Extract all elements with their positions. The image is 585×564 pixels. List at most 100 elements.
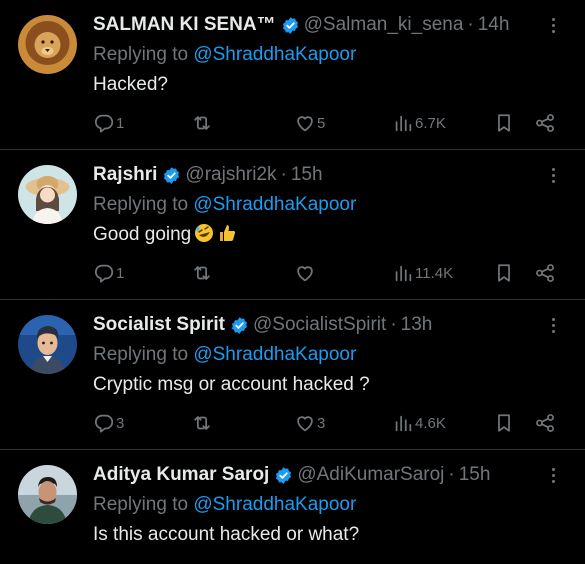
share-icon	[536, 264, 554, 282]
separator-dot: ·	[390, 314, 397, 335]
views-button[interactable]: 4.6K	[392, 410, 446, 436]
separator-dot: ·	[448, 464, 455, 485]
retweet-button[interactable]	[191, 410, 214, 436]
separator-dot: ·	[467, 14, 474, 35]
reply-text: Hacked?	[93, 74, 168, 95]
reply-header: Socialist Spirit @SocialistSpirit · 13h	[93, 313, 535, 337]
bookmark-button[interactable]	[493, 110, 515, 136]
reply-icon	[94, 264, 114, 283]
reply-text: Is this account hacked or what?	[93, 524, 360, 545]
author-handle[interactable]: @rajshri2k	[185, 163, 276, 187]
like-button[interactable]	[294, 260, 317, 286]
like-button[interactable]: 5	[294, 110, 325, 136]
reply-tweet[interactable]: Socialist Spirit @SocialistSpirit · 13h …	[0, 300, 585, 450]
share-icon	[536, 414, 554, 432]
reply-button[interactable]: 1	[93, 110, 124, 136]
verified-badge-icon	[276, 466, 292, 484]
more-options-icon[interactable]	[543, 312, 563, 338]
reply-button[interactable]: 3	[93, 410, 124, 436]
verified-badge-icon	[282, 16, 298, 34]
share-button[interactable]	[534, 410, 556, 436]
author-handle[interactable]: @SocialistSpirit	[253, 313, 386, 337]
replying-to: Replying to @ShraddhaKapoor	[93, 193, 356, 217]
views-count: 4.6K	[415, 414, 446, 432]
views-chart-icon	[395, 115, 412, 132]
mention-link[interactable]: @ShraddhaKapoor	[193, 194, 356, 215]
reply-count: 1	[116, 264, 125, 282]
reply-text: Cryptic msg or account hacked ?	[93, 374, 370, 395]
author-handle[interactable]: @Salman_ki_sena	[304, 13, 464, 37]
views-button[interactable]: 11.4K	[392, 260, 453, 286]
share-icon	[536, 114, 554, 132]
reply-tweet[interactable]: Rajshri @rajshri2k · 15h Replying to @Sh…	[0, 150, 585, 300]
bookmark-icon	[498, 264, 510, 282]
verified-badge-icon	[164, 166, 180, 184]
reply-tweet[interactable]: SALMAN KI SENA™ @Salman_ki_sena · 14h Re…	[0, 0, 585, 150]
action-bar: 3 3 4.6K	[93, 410, 563, 436]
heart-icon	[297, 116, 313, 132]
more-options-icon[interactable]	[543, 462, 563, 488]
mention-link[interactable]: @ShraddhaKapoor	[193, 44, 356, 65]
replying-prefix: Replying to	[93, 44, 194, 65]
views-count: 11.4K	[415, 264, 454, 282]
retweet-icon	[194, 116, 210, 130]
reply-count: 3	[116, 414, 125, 432]
like-button[interactable]: 3	[294, 410, 325, 436]
girl-avatar-icon[interactable]	[18, 165, 77, 224]
heart-icon	[297, 416, 313, 432]
timestamp[interactable]: 15h	[291, 163, 323, 187]
bookmark-icon	[498, 414, 510, 432]
retweet-icon	[194, 416, 210, 430]
action-bar: 1 11.4K	[93, 260, 563, 286]
author-name[interactable]: Socialist Spirit	[93, 313, 225, 337]
reply-text: Good going	[93, 224, 192, 245]
timestamp[interactable]: 15h	[459, 463, 491, 487]
author-name[interactable]: Aditya Kumar Saroj	[93, 463, 269, 487]
author-handle[interactable]: @AdiKumarSaroj	[297, 463, 444, 487]
replying-prefix: Replying to	[93, 194, 194, 215]
replying-prefix: Replying to	[93, 494, 194, 515]
reply-text-line: Good going	[93, 223, 237, 247]
share-button[interactable]	[534, 260, 556, 286]
man-photo-avatar-icon[interactable]	[18, 465, 77, 524]
replying-to: Replying to @ShraddhaKapoor	[93, 343, 356, 367]
author-name[interactable]: Rajshri	[93, 163, 157, 187]
author-name[interactable]: SALMAN KI SENA™	[93, 13, 276, 37]
views-count: 6.7K	[415, 114, 446, 132]
timestamp[interactable]: 14h	[478, 13, 510, 37]
replying-to: Replying to @ShraddhaKapoor	[93, 493, 356, 517]
replying-prefix: Replying to	[93, 344, 194, 365]
reply-count: 1	[116, 114, 125, 132]
reply-tweet[interactable]: Aditya Kumar Saroj @AdiKumarSaroj · 15h …	[0, 450, 585, 564]
more-options-icon[interactable]	[543, 12, 563, 38]
reply-button[interactable]: 1	[93, 260, 124, 286]
cartoon-man-avatar-icon[interactable]	[18, 315, 77, 374]
thumbs-up-emoji	[220, 225, 236, 241]
rolling-laughing-emoji	[195, 224, 214, 242]
verified-badge-icon	[231, 316, 248, 334]
bookmark-icon	[498, 114, 510, 132]
heart-icon	[297, 266, 313, 282]
retweet-icon	[194, 266, 210, 280]
replying-to: Replying to @ShraddhaKapoor	[93, 43, 356, 67]
action-bar: 1 5 6.7K	[93, 110, 563, 136]
views-button[interactable]: 6.7K	[392, 110, 446, 136]
separator-dot: ·	[280, 164, 287, 185]
like-count: 3	[317, 414, 326, 432]
bookmark-button[interactable]	[493, 410, 515, 436]
reply-icon	[94, 114, 114, 133]
more-options-icon[interactable]	[543, 162, 563, 188]
retweet-button[interactable]	[191, 260, 214, 286]
bookmark-button[interactable]	[493, 260, 515, 286]
reply-icon	[94, 414, 114, 433]
like-count: 5	[317, 114, 326, 132]
share-button[interactable]	[534, 110, 556, 136]
views-chart-icon	[395, 415, 412, 432]
reply-header: SALMAN KI SENA™ @Salman_ki_sena · 14h	[93, 13, 535, 37]
mention-link[interactable]: @ShraddhaKapoor	[193, 494, 356, 515]
timestamp[interactable]: 13h	[401, 313, 433, 337]
reply-header: Aditya Kumar Saroj @AdiKumarSaroj · 15h	[93, 463, 535, 487]
retweet-button[interactable]	[191, 110, 214, 136]
mention-link[interactable]: @ShraddhaKapoor	[193, 344, 356, 365]
lion-avatar-icon[interactable]	[18, 15, 77, 74]
